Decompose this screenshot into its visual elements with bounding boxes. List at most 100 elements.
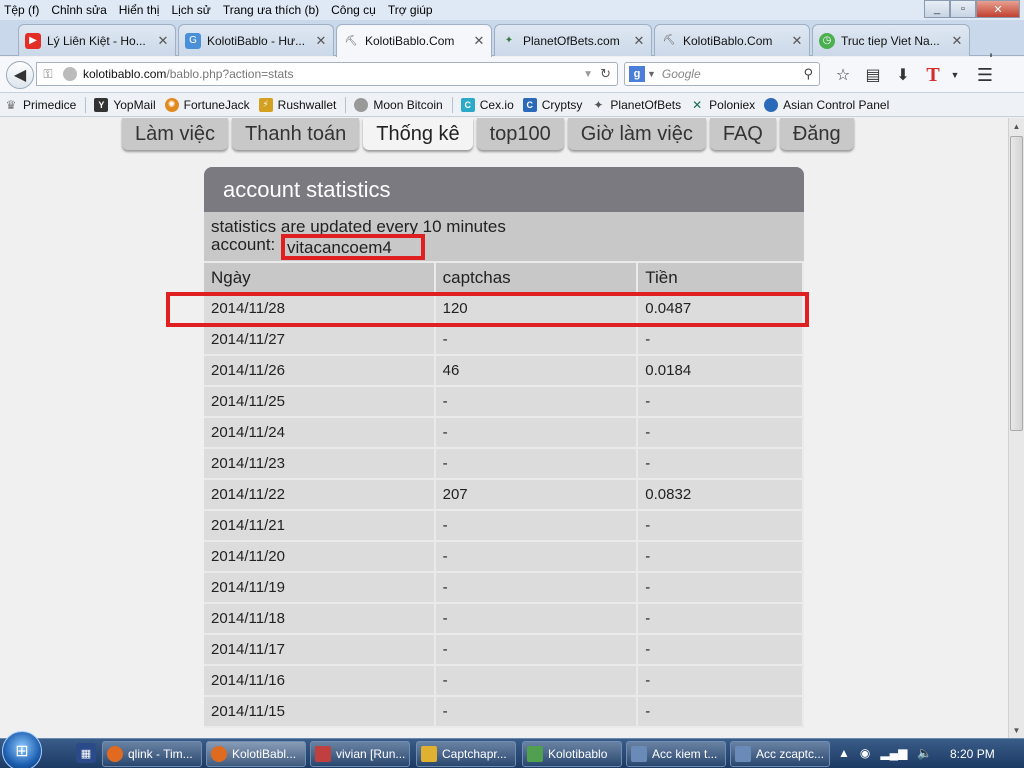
separator: [451, 96, 453, 113]
cell-money: -: [637, 541, 804, 573]
bookmark-planetofbets[interactable]: ✦ PlanetOfBets: [591, 98, 681, 112]
menu-file[interactable]: Tệp (f): [4, 3, 39, 17]
tab-kolotibablo-active[interactable]: ⛏ KolotiBablo.Com ✕: [336, 24, 492, 57]
bookmark-yopmail[interactable]: Y YopMail: [94, 97, 156, 112]
clock[interactable]: 8:20 PM: [950, 747, 995, 761]
bookmark-primedice[interactable]: ♛ Primedice: [4, 98, 77, 112]
site-tab-top100[interactable]: top100: [476, 118, 564, 150]
reload-icon[interactable]: ↻: [600, 66, 611, 82]
url-host: kolotibablo.com: [83, 67, 167, 81]
menu-help[interactable]: Trợ giúp: [388, 3, 433, 17]
bookmark-cryptsy[interactable]: C Cryptsy: [522, 97, 582, 112]
cell-date: 2014/11/22: [204, 479, 436, 511]
key-icon[interactable]: ⚿: [37, 67, 59, 82]
cell-date: 2014/11/19: [204, 572, 436, 604]
close-tab-icon[interactable]: ✕: [631, 33, 647, 49]
bookmark-star-icon[interactable]: ☆: [828, 63, 858, 87]
arrow-left-icon: ◀: [13, 67, 27, 84]
back-button[interactable]: ◀: [6, 61, 34, 89]
menu-bookmarks[interactable]: Trang ưa thích (b): [223, 3, 319, 17]
cell-money: -: [637, 696, 804, 728]
windows-logo-icon: ⊞: [15, 743, 29, 760]
bookmark-moon-bitcoin[interactable]: Moon Bitcoin: [354, 97, 443, 112]
scroll-thumb[interactable]: [1010, 136, 1023, 431]
cell-captchas: -: [434, 634, 639, 666]
search-icon[interactable]: ⚲: [803, 66, 813, 82]
url-bar[interactable]: ⚿ kolotibablo.com /bablo.php?action=stat…: [36, 62, 618, 86]
menu-view[interactable]: Hiển thị: [119, 3, 160, 17]
close-tab-icon[interactable]: ✕: [949, 33, 965, 49]
tab-kolotibablo-guide[interactable]: G KolotiBablo - Hư... ✕: [178, 24, 334, 56]
task-acc-zcaptcha[interactable]: Acc zcaptc...: [730, 741, 830, 767]
cryptsy-icon: C: [522, 97, 537, 112]
bookmark-rushwallet[interactable]: ⚡ Rushwallet: [258, 97, 336, 112]
menu-history[interactable]: Lịch sử: [171, 3, 210, 17]
cell-money: -: [637, 634, 804, 666]
cexio-icon: C: [460, 97, 475, 112]
close-tab-icon[interactable]: ✕: [471, 33, 487, 49]
volume-icon[interactable]: 🔈: [917, 746, 932, 760]
cell-captchas: -: [434, 603, 639, 635]
close-tab-icon[interactable]: ✕: [155, 33, 171, 49]
maximize-button[interactable]: ▫: [950, 0, 976, 18]
menu-bar: Tệp (f) Chỉnh sửa Hiển thị Lịch sử Trang…: [0, 0, 1024, 20]
network-icon[interactable]: ▂▄▆: [880, 746, 907, 760]
bookmark-fortunejack[interactable]: ✺ FortuneJack: [164, 97, 250, 112]
minimize-button[interactable]: _: [924, 0, 950, 18]
download-icon[interactable]: ⬇: [888, 63, 918, 87]
yopmail-icon: Y: [94, 97, 109, 112]
task-vivian[interactable]: vivian [Run...: [310, 741, 410, 767]
task-acc-kiem[interactable]: Acc kiem t...: [626, 741, 726, 767]
close-tab-icon[interactable]: ✕: [789, 33, 805, 49]
site-tab-statistics[interactable]: Thống kê: [363, 118, 473, 150]
url-dropdown-icon[interactable]: ▼: [583, 69, 593, 80]
start-button[interactable]: ⊞: [2, 731, 42, 768]
dropdown-icon[interactable]: ▼: [948, 63, 962, 87]
vertical-scrollbar[interactable]: ▲ ▼: [1008, 118, 1024, 738]
site-tab-work-hours[interactable]: Giờ làm việc: [567, 118, 706, 150]
task-captchapr[interactable]: Captchapr...: [416, 741, 516, 767]
close-window-button[interactable]: ✕: [976, 0, 1020, 18]
separator: [345, 96, 347, 113]
site-tab-faq[interactable]: FAQ: [709, 118, 776, 150]
cell-captchas: -: [434, 417, 639, 449]
bookmark-cexio[interactable]: C Cex.io: [460, 97, 514, 112]
account-highlight-box: [281, 234, 425, 260]
hamburger-menu-icon[interactable]: ☰: [970, 63, 1000, 87]
cell-date: 2014/11/24: [204, 417, 436, 449]
engine-dropdown-icon[interactable]: ▼: [647, 69, 656, 79]
site-tab-work[interactable]: Làm việc: [122, 118, 229, 150]
search-bar[interactable]: g ▼ Google ⚲: [624, 62, 820, 86]
tray-app-icon[interactable]: ◉: [860, 746, 870, 760]
cell-money: -: [637, 572, 804, 604]
cell-captchas: -: [434, 324, 639, 356]
window-controls: _ ▫ ✕: [924, 0, 1020, 18]
scroll-down-icon[interactable]: ▼: [1009, 722, 1024, 738]
task-qlink[interactable]: qlink - Tim...: [102, 741, 202, 767]
tray-expand-icon[interactable]: ▲: [838, 746, 850, 760]
task-kolotibablo-notepad[interactable]: Kolotibablo: [522, 741, 622, 767]
menu-tools[interactable]: Công cụ: [331, 3, 376, 17]
google-icon[interactable]: g: [629, 66, 645, 82]
table-row: 2014/11/23- -: [204, 448, 804, 480]
bookmark-poloniex[interactable]: ✕ Poloniex: [690, 98, 755, 112]
tab-kolotibablo-2[interactable]: ⛏ KolotiBablo.Com ✕: [654, 24, 810, 56]
translate-icon[interactable]: T: [918, 63, 948, 87]
tab-planetofbets[interactable]: ✦ PlanetOfBets.com ✕: [494, 24, 652, 56]
show-desktop-icon[interactable]: ▦: [76, 743, 96, 763]
tab-lyly[interactable]: ▶ Lý Liên Kiệt - Ho... ✕: [18, 24, 176, 56]
search-input[interactable]: Google: [662, 67, 804, 81]
poloniex-icon: ✕: [692, 97, 703, 112]
reader-list-icon[interactable]: ▤: [858, 63, 888, 87]
bookmark-asian-control-panel[interactable]: Asian Control Panel: [764, 97, 889, 112]
tab-truc-tiep[interactable]: ◷ Truc tiep Viet Na... ✕: [812, 24, 970, 56]
task-kolotibablo-browser[interactable]: KolotiBabl...: [206, 741, 306, 767]
navigation-bar: ◀ ⚿ kolotibablo.com /bablo.php?action=st…: [0, 57, 1024, 93]
site-tab-register[interactable]: Đăng: [779, 118, 854, 150]
site-tab-payment[interactable]: Thanh toán: [232, 118, 360, 150]
close-tab-icon[interactable]: ✕: [313, 33, 329, 49]
menu-edit[interactable]: Chỉnh sửa: [51, 3, 106, 17]
cell-captchas: -: [434, 510, 639, 542]
scroll-up-icon[interactable]: ▲: [1009, 118, 1024, 134]
url-path: /bablo.php?action=stats: [166, 67, 294, 81]
